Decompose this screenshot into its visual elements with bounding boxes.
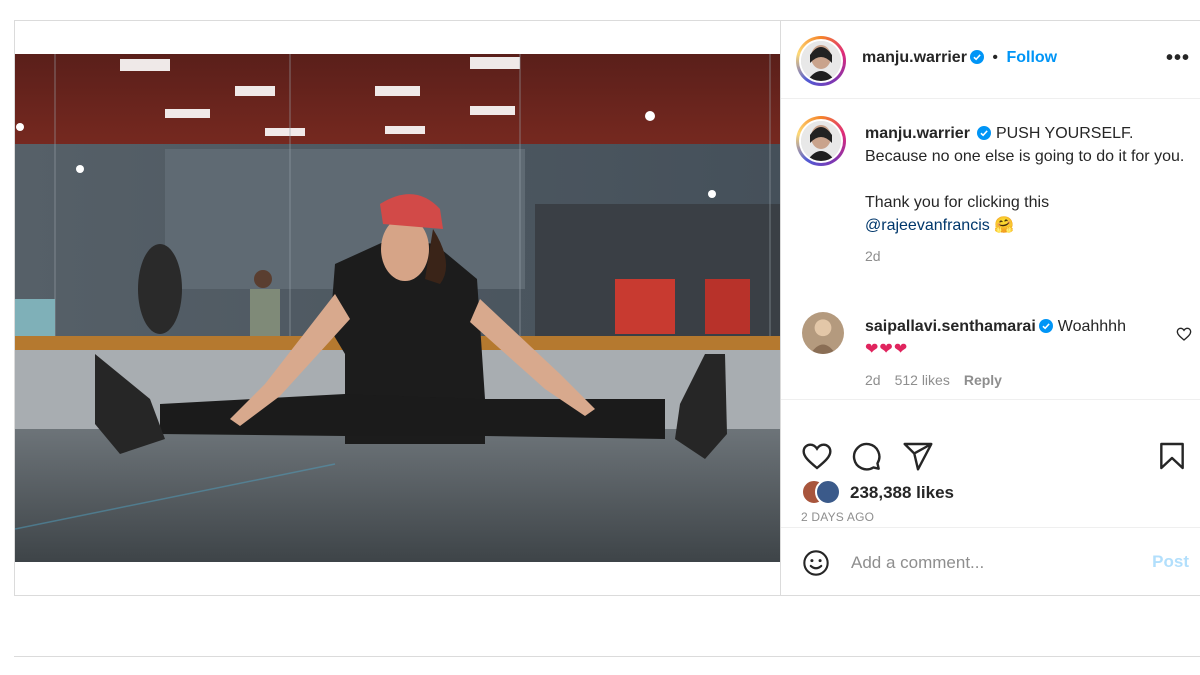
post-header: manju.warrier • Follow ••• (781, 21, 1200, 99)
verified-badge-icon (1038, 319, 1053, 333)
separator-dot: • (992, 49, 998, 66)
post-photo (15, 54, 780, 562)
verified-badge-icon (976, 126, 991, 140)
emoji-icon[interactable] (802, 549, 830, 577)
caption-time[interactable]: 2d (865, 248, 881, 264)
caption-line-2: Because no one else is going to do it fo… (865, 148, 1185, 165)
commenter-avatar-image (802, 312, 844, 354)
caption-text: manju.warrier PUSH YOURSELF. Because no o… (865, 122, 1185, 275)
header-author-line: manju.warrier • Follow (862, 49, 1057, 67)
comment-meta: 2d 512 likes Reply (865, 372, 1016, 388)
comment-likes[interactable]: 512 likes (895, 372, 950, 388)
add-comment-bar: Post (781, 527, 1200, 595)
commenter-username[interactable]: saipallavi.senthamarai (865, 318, 1036, 335)
caption-username[interactable]: manju.warrier (865, 125, 970, 142)
post-date[interactable]: 2 DAYS AGO (801, 510, 874, 524)
likes-count[interactable]: 238,388 likes (850, 483, 954, 503)
verified-badge-icon (969, 50, 984, 64)
follow-button[interactable]: Follow (1006, 49, 1057, 66)
post-comment-button[interactable]: Post (1152, 552, 1189, 572)
caption-avatar-image (801, 121, 841, 161)
post-media[interactable] (15, 21, 780, 595)
caption-line-1: PUSH YOURSELF. (995, 125, 1134, 142)
add-comment-input[interactable] (851, 548, 1131, 578)
comment-text: saipallavi.senthamarai Woahhhh ❤❤❤ (865, 315, 1165, 361)
share-icon[interactable] (902, 440, 934, 472)
more-options-icon[interactable]: ••• (1166, 47, 1190, 70)
comment-reply-button[interactable]: Reply (964, 372, 1002, 388)
comment-like-heart-icon[interactable] (1176, 326, 1192, 342)
bookmark-icon[interactable] (1156, 440, 1188, 472)
author-avatar-image (801, 41, 841, 81)
heart-icon[interactable] (801, 440, 833, 472)
comment-icon[interactable] (850, 440, 882, 472)
comment-body: Woahhhh (1057, 318, 1126, 335)
liker-avatar (815, 479, 841, 505)
post-actions: 238,388 likes 2 DAYS AGO (781, 399, 1200, 527)
page-divider (14, 656, 1200, 657)
caption-and-comments: manju.warrier PUSH YOURSELF. Because no o… (781, 100, 1200, 418)
author-username[interactable]: manju.warrier (862, 49, 967, 66)
post-sidebar: manju.warrier • Follow ••• manju.warrier… (780, 21, 1200, 595)
caption-emoji: 🤗 (994, 217, 1015, 234)
commenter-avatar[interactable] (802, 312, 844, 354)
author-avatar[interactable] (796, 36, 846, 86)
liker-avatars[interactable] (801, 479, 849, 507)
post-card: manju.warrier • Follow ••• manju.warrier… (14, 20, 1200, 596)
caption-line-3: Thank you for clicking this (865, 194, 1050, 211)
comment-time[interactable]: 2d (865, 372, 881, 388)
comment-hearts: ❤❤❤ (865, 341, 909, 358)
caption-mention-link[interactable]: @rajeevanfrancis (865, 217, 990, 234)
caption-avatar[interactable] (796, 116, 846, 166)
